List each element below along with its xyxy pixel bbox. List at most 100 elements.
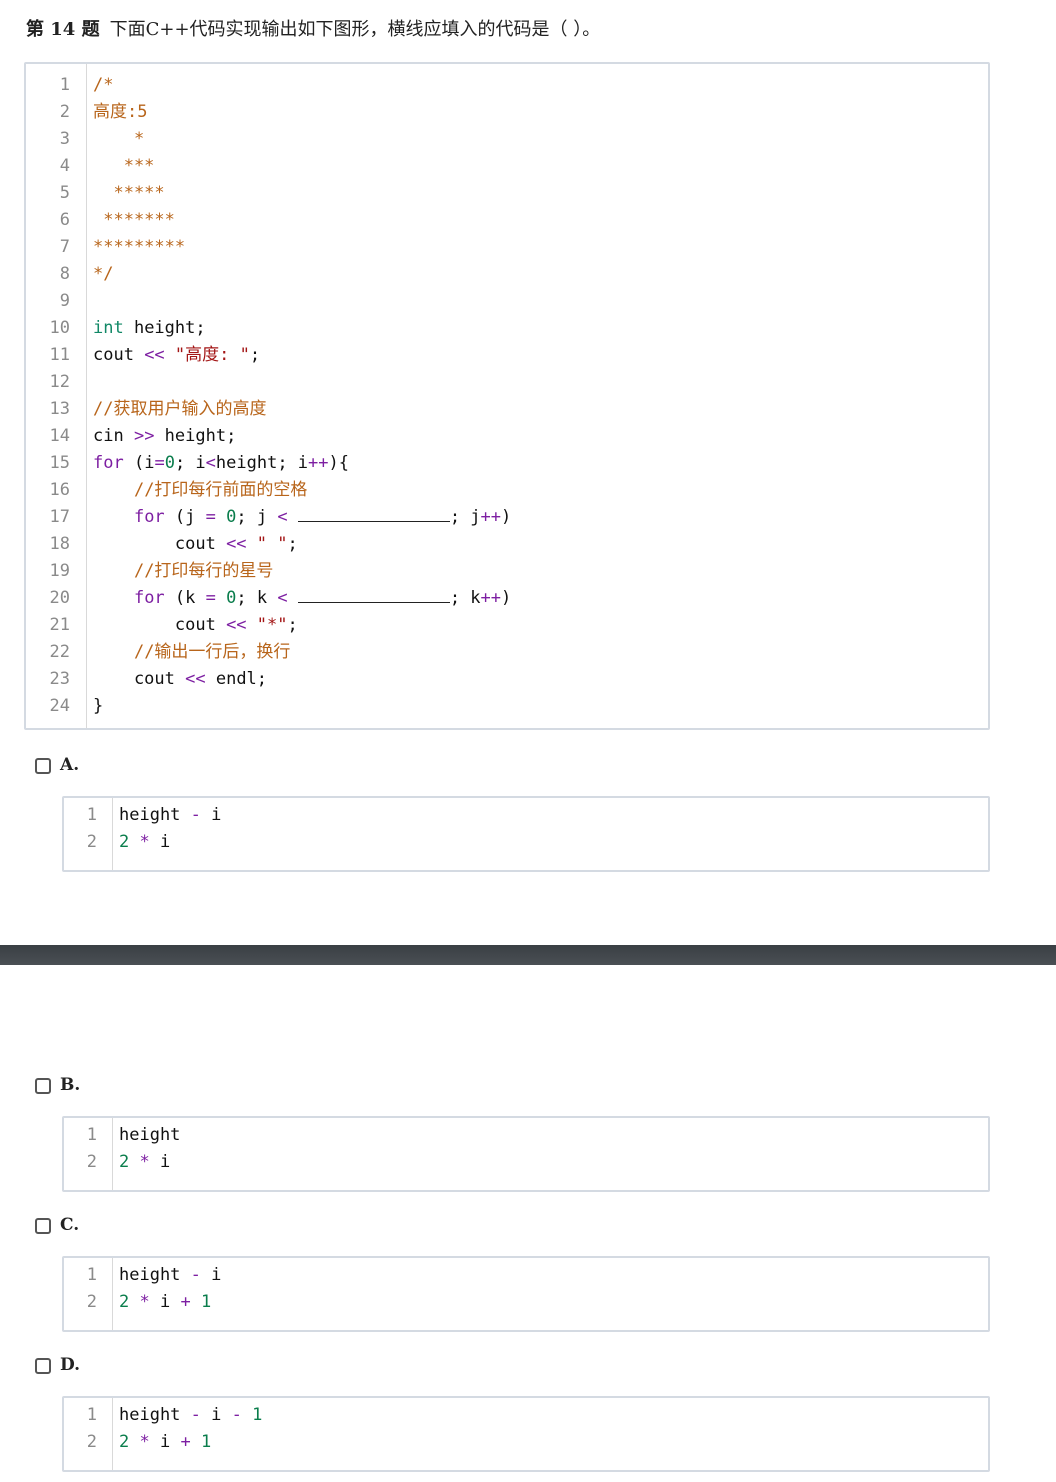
line-number: 8 <box>59 264 70 284</box>
option-d[interactable]: D. <box>35 1355 80 1375</box>
code-line: 13 //获取用户输入的高度 <box>26 396 988 423</box>
option-b[interactable]: B. <box>35 1075 80 1095</box>
code-token: height <box>119 805 191 825</box>
code-token: cin <box>93 426 134 446</box>
code-token: * <box>139 1292 150 1312</box>
code-text: cout << "高度: "; <box>93 342 260 369</box>
code-token: ++ <box>480 507 502 527</box>
code-token: << <box>226 534 247 554</box>
code-token: i <box>200 1265 222 1285</box>
code-token: (j <box>164 507 206 527</box>
code-text: 2 * i + 1 <box>119 1429 211 1456</box>
line-number: 23 <box>49 669 70 689</box>
code-token: - <box>190 1265 201 1285</box>
code-token: ; k <box>236 588 278 608</box>
code-token: height <box>119 1405 191 1425</box>
code-token: cout <box>93 534 227 554</box>
line-number: 1 <box>86 805 97 825</box>
line-number: 3 <box>59 129 70 149</box>
option-d-code: 1 height - i - 122 * i + 1 <box>62 1396 990 1472</box>
code-line: 21 cout << "*"; <box>26 612 988 639</box>
code-line: 9 <box>26 288 988 315</box>
code-token: *** <box>93 156 155 176</box>
code-text: cout << endl; <box>93 666 267 693</box>
code-line: 4 *** <box>26 153 988 180</box>
code-token: "*" <box>256 615 288 635</box>
code-text: //打印每行前面的空格 <box>93 477 307 504</box>
code-token: endl; <box>205 669 268 689</box>
line-number: 4 <box>59 156 70 176</box>
code-text: //输出一行后，换行 <box>93 639 290 666</box>
code-token: /* <box>93 75 114 95</box>
code-token: ***** <box>93 183 165 203</box>
code-token: height <box>119 1265 191 1285</box>
code-token: height; <box>123 318 206 338</box>
code-token: " " <box>256 534 288 554</box>
code-text: ***** <box>93 180 165 207</box>
code-token: ; k <box>449 588 481 608</box>
option-c[interactable]: C. <box>35 1215 79 1235</box>
line-number: 14 <box>49 426 70 446</box>
code-token: < <box>205 453 216 473</box>
code-token: i <box>200 1405 232 1425</box>
option-a-code: 1 height - i22 * i <box>62 796 990 872</box>
code-token: < <box>277 507 288 527</box>
code-token: 2 <box>119 1292 130 1312</box>
code-line: 11 cout << "高度: "; <box>26 342 988 369</box>
code-line: 23 cout << endl; <box>26 666 988 693</box>
line-number: 2 <box>86 1152 97 1172</box>
line-number: 19 <box>49 561 70 581</box>
line-number: 17 <box>49 507 70 527</box>
option-a-checkbox[interactable] <box>35 757 51 774</box>
code-line: 20 for (k = 0; k < ; k++) <box>26 585 988 612</box>
option-b-checkbox[interactable] <box>35 1077 51 1094</box>
line-number: 6 <box>59 210 70 230</box>
line-number: 16 <box>49 480 70 500</box>
code-text: for (i=0; i<height; i++){ <box>93 450 349 477</box>
code-token: * <box>93 129 145 149</box>
option-c-checkbox[interactable] <box>35 1217 51 1234</box>
option-a[interactable]: A. <box>35 755 79 775</box>
code-text: height <box>119 1122 180 1149</box>
code-token: << <box>144 345 165 365</box>
code-text: *** <box>93 153 155 180</box>
code-text: cout << " "; <box>93 531 298 558</box>
fill-in-blank <box>297 507 450 522</box>
code-line: 18 cout << " "; <box>26 531 988 558</box>
code-line: 22 * i + 1 <box>64 1289 988 1316</box>
line-number: 24 <box>49 696 70 716</box>
option-d-checkbox[interactable] <box>35 1357 51 1374</box>
code-token: ) <box>501 588 512 608</box>
code-token: ; j <box>449 507 481 527</box>
option-d-label: D. <box>60 1355 81 1375</box>
code-line: 6 ******* <box>26 207 988 234</box>
code-token: 1 <box>252 1405 263 1425</box>
code-line: 22 * i <box>64 1149 988 1176</box>
option-c-label: C. <box>60 1215 80 1235</box>
code-text: for (j = 0; j < ; j++) <box>93 504 511 531</box>
code-token: - <box>190 805 201 825</box>
code-line: 1 height - i - 1 <box>64 1402 988 1429</box>
option-b-code: 1 height 2 2 * i <box>62 1116 990 1192</box>
code-token: (k <box>164 588 206 608</box>
code-token: height <box>119 1125 181 1145</box>
code-line: 15 for (i=0; i<height; i++){ <box>26 450 988 477</box>
code-token: 高度:5 <box>93 102 148 122</box>
code-token: ) <box>501 507 512 527</box>
code-text: //打印每行的星号 <box>93 558 273 585</box>
code-text: * <box>93 126 144 153</box>
code-token: - <box>190 1405 201 1425</box>
line-number: 13 <box>49 399 70 419</box>
code-token: ; <box>287 534 298 554</box>
code-text: } <box>93 693 103 720</box>
code-line: 2 高度:5 <box>26 99 988 126</box>
code-token: ; j <box>236 507 278 527</box>
code-line: 1 height - i <box>64 802 988 829</box>
